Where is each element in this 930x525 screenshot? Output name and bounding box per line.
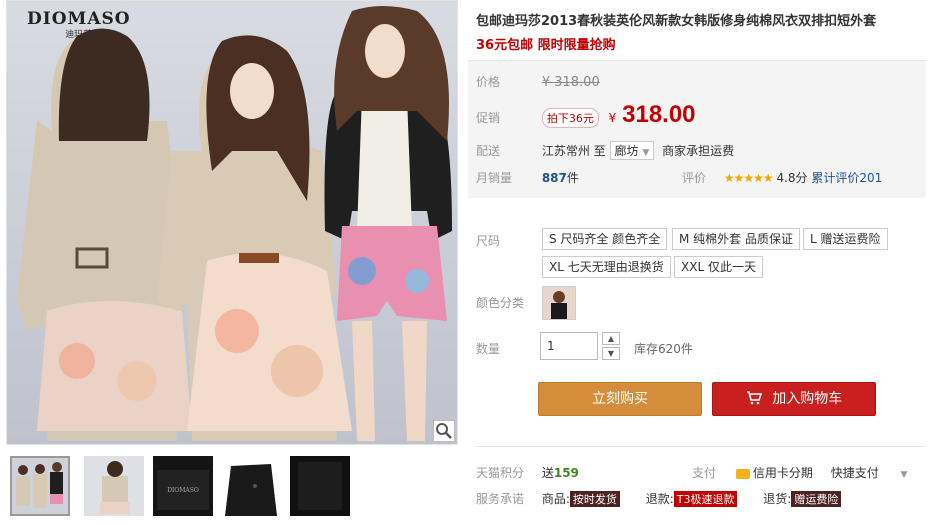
stock-text: 库存620件 xyxy=(634,342,693,356)
promo-price-row: 促销 拍下36元 ¥ 318.00 xyxy=(476,101,696,129)
product-title: 包邮迪玛莎2013春秋装英伦风新款女韩版修身纯棉风衣双排扣短外套 xyxy=(476,14,877,29)
ship-to-word: 至 xyxy=(593,144,606,158)
size-option-xl[interactable]: XL 七天无理由退换货 xyxy=(542,256,671,278)
qty-label: 数量 xyxy=(476,342,501,356)
add-cart-label: 加入购物车 xyxy=(772,391,843,407)
ship-note: 商家承担运费 xyxy=(662,144,735,158)
thumbnail-2[interactable] xyxy=(84,456,144,516)
refund-badge[interactable]: T3极速退款 xyxy=(673,491,738,507)
brand-name: DIOMASO xyxy=(27,9,131,29)
ship-dest-value: 廊坊 xyxy=(614,144,639,158)
color-label: 颜色分类 xyxy=(476,296,525,310)
price-row: 价格 ¥ 318.00 xyxy=(476,73,600,90)
product-gallery: DIOMASO 迪玛莎 DIOMASO xyxy=(0,0,460,525)
product-photo xyxy=(17,6,452,441)
price-box: 价格 ¥ 318.00 促销 拍下36元 ¥ 318.00 配送 江苏常州 至 … xyxy=(468,60,926,198)
rating-total[interactable]: 201 xyxy=(859,171,882,185)
thumbnail-5[interactable] xyxy=(290,456,350,516)
qty-increase-icon[interactable]: ▲ xyxy=(602,332,620,345)
points-prefix: 送 xyxy=(541,466,554,480)
sales-count: 887 xyxy=(541,171,567,185)
svg-text:DIOMASO: DIOMASO xyxy=(167,487,199,494)
zoom-icon[interactable] xyxy=(433,420,455,442)
rating-row: 评价 ★★★★★ 4.8分 累计评价201 xyxy=(682,169,882,186)
service-promise-row: 服务承诺 商品: 按时发货 退款: T3极速退款 退货: 赠运费险 xyxy=(476,490,842,507)
goods-badge[interactable]: 按时发货 xyxy=(569,491,620,507)
chevron-down-icon[interactable]: ▼ xyxy=(901,470,908,480)
promo-price: 318.00 xyxy=(622,101,696,128)
ship-destination-select[interactable]: 廊坊 ▼ xyxy=(609,141,655,160)
pay-row: 支付 信用卡分期 快捷支付 ▼ xyxy=(692,464,907,481)
size-label-row: 尺码 xyxy=(476,232,538,249)
qty-decrease-icon[interactable]: ▼ xyxy=(602,347,620,360)
sales-row: 月销量 887件 xyxy=(476,169,579,186)
quantity-input[interactable] xyxy=(540,332,598,360)
rating-score: 4.8分 xyxy=(776,171,808,185)
refund-label: 退款: xyxy=(645,492,674,506)
rating-stars: ★★★★★ xyxy=(723,171,774,185)
promo-text: 36元包邮 限时限量抢购 xyxy=(476,38,616,53)
chevron-down-icon: ▼ xyxy=(642,148,650,158)
qty-label-row: 数量 xyxy=(476,340,538,357)
divider xyxy=(476,446,926,447)
points-label: 天猫积分 xyxy=(476,466,525,480)
size-option-m[interactable]: M 纯棉外套 品质保证 xyxy=(672,228,800,250)
points-row: 天猫积分 送159 xyxy=(476,464,579,481)
promise-label: 服务承诺 xyxy=(476,492,525,506)
price-label: 价格 xyxy=(476,75,501,89)
original-price: ¥ 318.00 xyxy=(541,75,600,90)
sales-label: 月销量 xyxy=(476,171,513,185)
color-swatch-black[interactable] xyxy=(542,286,576,320)
thumbnail-1[interactable] xyxy=(10,456,70,516)
shipping-row: 配送 江苏常州 至 廊坊 ▼ 商家承担运费 xyxy=(476,141,734,160)
ship-from: 江苏常州 xyxy=(541,144,590,158)
add-to-cart-button[interactable]: 加入购物车 xyxy=(712,382,876,416)
thumbnail-3[interactable]: DIOMASO xyxy=(153,456,213,516)
sales-unit: 件 xyxy=(566,171,579,185)
main-product-image[interactable]: DIOMASO 迪玛莎 xyxy=(6,0,458,445)
buy-now-button[interactable]: 立刻购买 xyxy=(538,382,702,416)
color-label-row: 颜色分类 xyxy=(476,294,538,311)
brand-logo: DIOMASO 迪玛莎 xyxy=(27,9,131,40)
size-option-l[interactable]: L 赠送运费险 xyxy=(803,228,888,250)
promo-label: 促销 xyxy=(476,111,501,125)
return-label: 退货: xyxy=(763,492,792,506)
rating-label: 评价 xyxy=(682,171,707,185)
return-badge[interactable]: 赠运费险 xyxy=(791,491,842,507)
rating-total-label[interactable]: 累计评价 xyxy=(811,171,859,185)
size-label: 尺码 xyxy=(476,234,501,248)
card-installment[interactable]: 信用卡分期 xyxy=(753,466,813,480)
size-option-xxl[interactable]: XXL 仅此一天 xyxy=(674,256,763,278)
points-value: 159 xyxy=(553,466,579,480)
cart-icon xyxy=(746,391,766,407)
pay-label: 支付 xyxy=(692,466,717,480)
currency-symbol: ¥ xyxy=(608,111,617,125)
discount-tag: 拍下36元 xyxy=(541,108,599,128)
thumbnail-4[interactable] xyxy=(221,456,281,516)
ship-label: 配送 xyxy=(476,144,501,158)
goods-label: 商品: xyxy=(541,492,570,506)
credit-card-icon xyxy=(735,468,750,479)
quick-pay[interactable]: 快捷支付 xyxy=(831,466,879,480)
size-option-s[interactable]: S 尺码齐全 颜色齐全 xyxy=(542,228,668,250)
